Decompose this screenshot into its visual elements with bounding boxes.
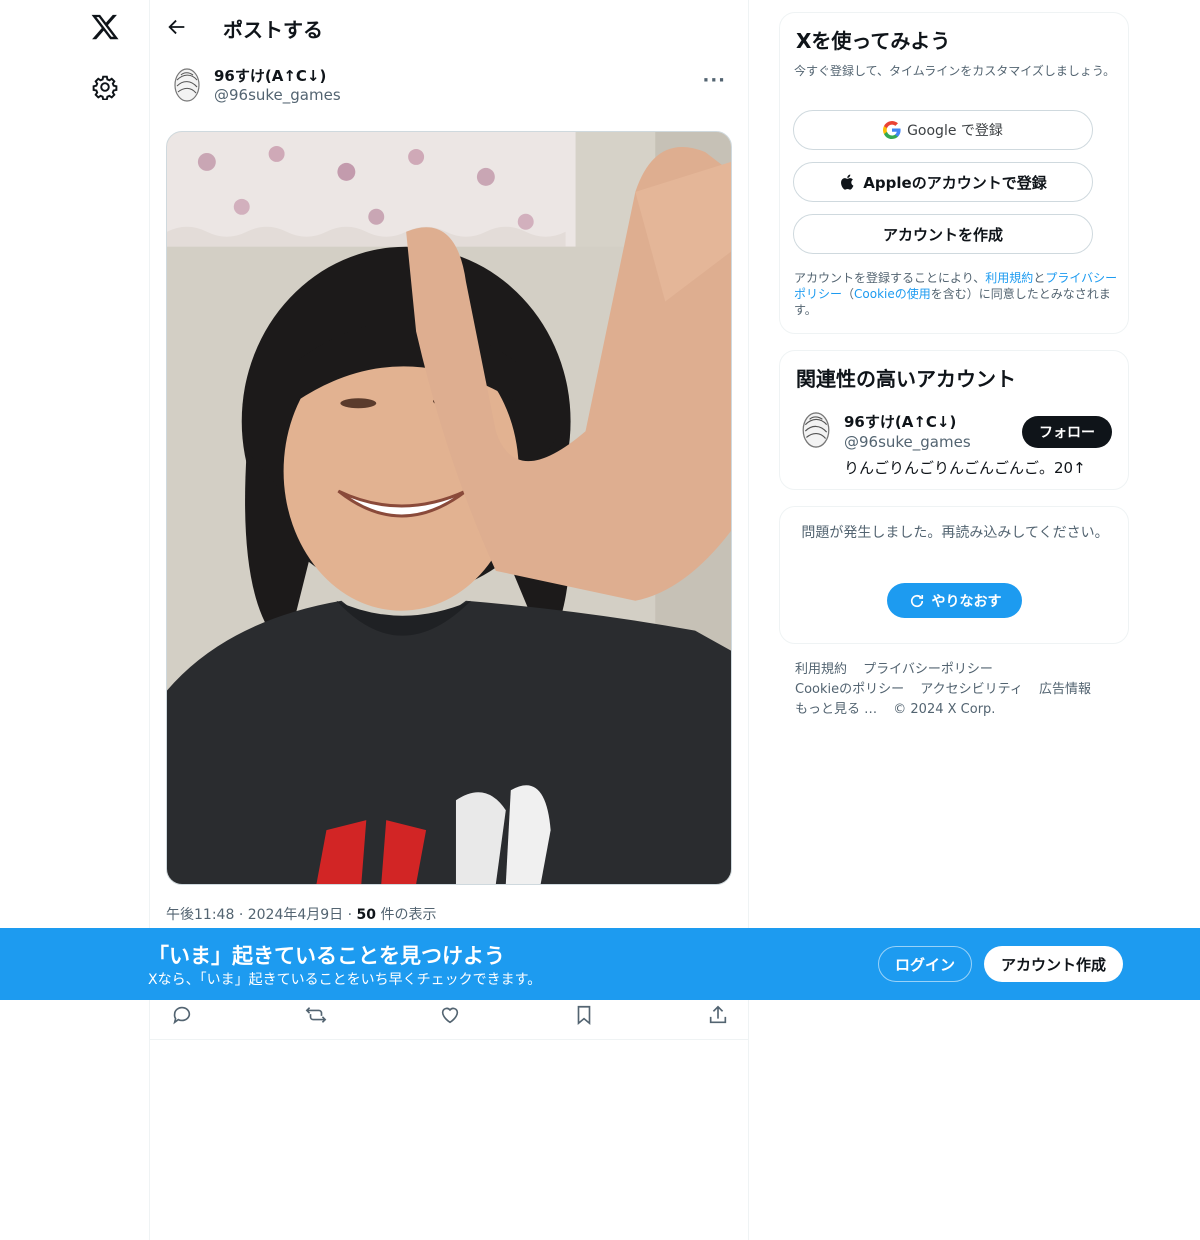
main-column: ポストする 96すけ(A↑C↓) @96suke_games ··· 午後11:… [149,0,749,1240]
like-heart-icon[interactable] [439,1004,461,1026]
share-icon[interactable] [707,1004,729,1026]
signup-legal-text: アカウントを登録することにより、利用規約とプライバシーポリシー（Cookieの使… [794,270,1120,318]
apple-icon [841,174,854,190]
retry-button[interactable]: やりなおす [887,583,1022,618]
legal-paren: （ [842,287,855,301]
apple-signup-label: Appleのアカウントで登録 [863,173,1047,192]
views-count: 50 [356,907,377,923]
post-actions [150,1000,748,1040]
follow-button[interactable]: フォロー [1022,416,1112,448]
error-card: 問題が発生しました。再読み込みしてください。 やりなおす [779,506,1129,644]
google-signup-label: Google で登録 [907,123,1003,139]
banner-title: 「いま」起きていることを見つけよう [148,944,505,968]
footer-link-cookie[interactable]: Cookieのポリシー [795,682,904,697]
signup-banner: 「いま」起きていることを見つけよう Xなら、「いま」起きていることをいち早くチェ… [0,928,1200,1000]
cookie-link[interactable]: Cookieの使用 [854,287,931,301]
create-account-button[interactable]: アカウントを作成 [793,214,1093,254]
footer-copyright: © 2024 X Corp. [893,702,996,717]
account-name[interactable]: 96すけ(A↑C↓) [844,411,956,432]
footer-link-privacy[interactable]: プライバシーポリシー [863,662,993,677]
avatar[interactable] [172,66,202,104]
signup-card: Xを使ってみよう 今すぐ登録して、タイムラインをカスタマイズしましょう。 Goo… [779,12,1129,334]
relevant-title: 関連性の高いアカウント [796,367,1016,391]
relevant-accounts-card: 関連性の高いアカウント 96すけ(A↑C↓) @96suke_games りんご… [779,350,1129,490]
signup-title: Xを使ってみよう [796,29,951,53]
left-nav [0,0,150,1240]
post-time[interactable]: 午後11:48 [166,907,234,923]
footer-link-ads[interactable]: 広告情報 [1039,682,1091,697]
account-handle[interactable]: @96suke_games [844,433,971,451]
google-signup-button[interactable]: Google で登録 [793,110,1093,150]
post-author: 96すけ(A↑C↓) @96suke_games ··· [166,62,736,108]
google-icon [883,121,901,139]
page-title: ポストする [223,18,323,42]
reply-icon[interactable] [171,1004,193,1026]
avatar[interactable] [800,409,832,451]
error-message: 問題が発生しました。再読み込みしてください。 [801,525,1109,541]
gear-icon[interactable] [92,74,118,101]
account-bio: りんごりんごりんごんごんご。20↑ [844,459,1086,477]
repost-icon[interactable] [305,1004,327,1026]
back-arrow-icon[interactable] [166,16,188,38]
apple-signup-button[interactable]: Appleのアカウントで登録 [793,162,1093,202]
meta-separator: · [347,907,353,923]
refresh-icon [910,594,923,607]
sidebar-footer: 利用規約 プライバシーポリシー Cookieのポリシー アクセシビリティ 広告情… [795,660,1125,720]
signup-subtitle: 今すぐ登録して、タイムラインをカスタマイズしましょう。 [794,64,1116,78]
create-account-label: アカウントを作成 [882,225,1003,244]
banner-signup-button[interactable]: アカウント作成 [984,946,1123,982]
legal-and: と [1033,271,1046,285]
post-meta: 午後11:48 · 2024年4月9日 · 50 件の表示 [166,904,436,924]
post-photo[interactable] [166,131,732,885]
author-handle[interactable]: @96suke_games [214,86,341,104]
footer-link-accessibility[interactable]: アクセシビリティ [920,682,1023,697]
terms-link[interactable]: 利用規約 [985,271,1033,285]
views-label: 件の表示 [380,907,437,923]
post-date[interactable]: 2024年4月9日 [248,907,343,923]
author-name[interactable]: 96すけ(A↑C↓) [214,65,326,86]
footer-link-more[interactable]: もっと見る … [795,702,877,717]
banner-subtitle: Xなら、「いま」起きていることをいち早くチェックできます。 [148,972,542,988]
login-button[interactable]: ログイン [878,946,972,982]
more-options-icon[interactable]: ··· [702,70,726,91]
retry-label: やりなおす [931,593,1002,610]
legal-prefix: アカウントを登録することにより、 [794,271,986,285]
footer-link-terms[interactable]: 利用規約 [795,662,847,677]
bookmark-icon[interactable] [573,1004,595,1026]
post-header: ポストする [150,0,748,54]
x-logo-icon[interactable] [88,10,122,44]
meta-separator: · [238,907,244,923]
